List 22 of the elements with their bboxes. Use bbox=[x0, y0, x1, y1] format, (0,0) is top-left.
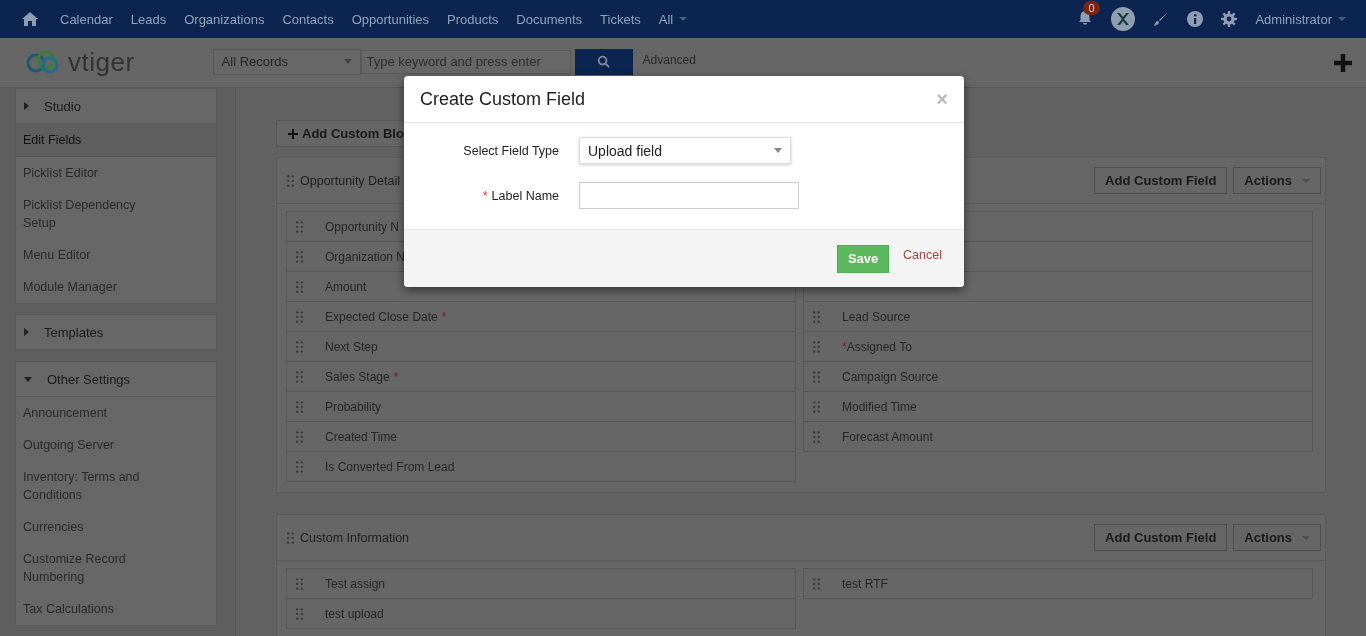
field-label: Amount bbox=[325, 279, 367, 294]
field-label: Next Step bbox=[325, 339, 378, 354]
field-label: Is Converted From Lead bbox=[325, 459, 455, 474]
field-label: Expected Close Date * bbox=[325, 309, 447, 324]
notification-badge: 0 bbox=[1083, 0, 1100, 15]
field-label: * Label Name bbox=[481, 188, 559, 203]
field-label: *Assigned To bbox=[842, 339, 912, 354]
field-label: Sales Stage * bbox=[325, 369, 399, 384]
field-label: Forecast Amount bbox=[842, 429, 933, 444]
field-label: test RTF bbox=[842, 576, 888, 591]
field-label: Test assign bbox=[325, 576, 386, 591]
field-label: Modified Time bbox=[842, 399, 917, 414]
field-label: test upload bbox=[325, 606, 384, 621]
field-label: Created Time bbox=[325, 429, 398, 444]
block-title: Custom Information bbox=[300, 530, 410, 545]
field-label: Probability bbox=[325, 399, 382, 414]
field-label: Lead Source bbox=[842, 309, 911, 324]
field-label: Opportunity N bbox=[325, 219, 400, 234]
block-title: Opportunity Detail bbox=[300, 173, 401, 188]
field-label: Select Field Type bbox=[462, 143, 559, 158]
dialog-title: Create Custom Field bbox=[420, 88, 586, 110]
field-label: Campaign Source bbox=[842, 369, 939, 384]
